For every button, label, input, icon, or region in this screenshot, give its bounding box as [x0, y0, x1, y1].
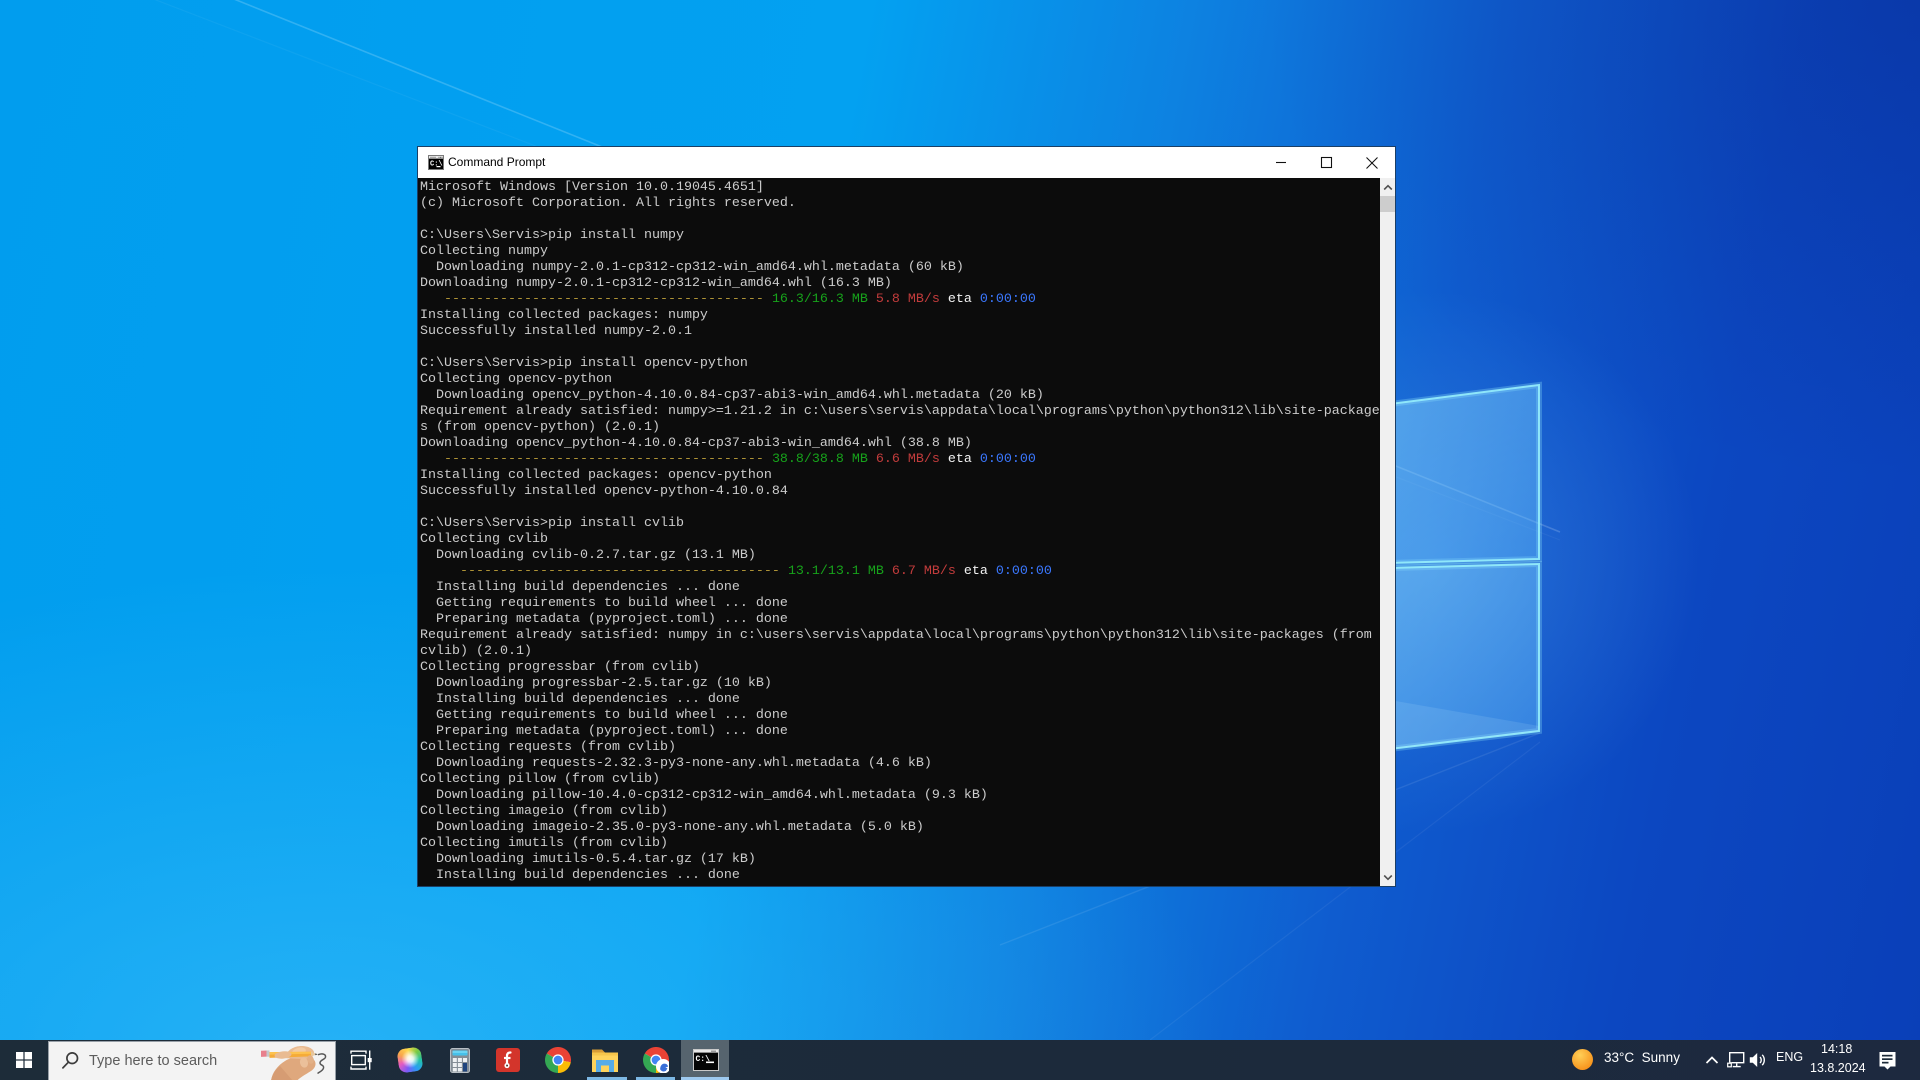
svg-text:C:\: C:\	[430, 161, 443, 169]
